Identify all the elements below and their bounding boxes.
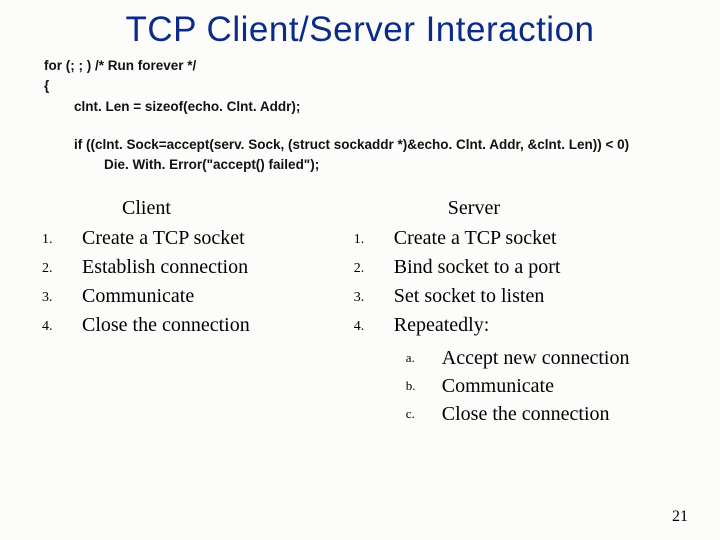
list-item: Create a TCP socket (348, 224, 700, 253)
list-item: Set socket to listen (348, 282, 700, 311)
columns: Client Create a TCP socket Establish con… (0, 197, 720, 428)
code-block: for (; ; ) /* Run forever */ { clnt. Len… (44, 56, 690, 175)
code-line: for (; ; ) /* Run forever */ (44, 56, 690, 76)
server-sublist: Accept new connection Communicate Close … (394, 344, 700, 428)
list-item: Create a TCP socket (36, 224, 318, 253)
list-item: Communicate (394, 372, 700, 400)
code-line: Die. With. Error("accept() failed"); (104, 155, 690, 175)
list-item: Establish connection (36, 253, 318, 282)
list-item: Communicate (36, 282, 318, 311)
code-line: if ((clnt. Sock=accept(serv. Sock, (stru… (74, 135, 690, 155)
page-number: 21 (672, 508, 688, 526)
code-line: { (44, 76, 690, 96)
server-list: Create a TCP socket Bind socket to a por… (348, 224, 700, 428)
server-heading: Server (448, 197, 700, 220)
list-item-label: Repeatedly: (394, 314, 490, 336)
list-item: Repeatedly: Accept new connection Commun… (348, 311, 700, 428)
list-item: Accept new connection (394, 344, 700, 372)
client-column: Client Create a TCP socket Establish con… (36, 197, 318, 428)
server-column: Server Create a TCP socket Bind socket t… (348, 197, 700, 428)
client-heading: Client (122, 197, 318, 220)
list-item: Bind socket to a port (348, 253, 700, 282)
list-item: Close the connection (394, 400, 700, 428)
slide-title: TCP Client/Server Interaction (0, 0, 720, 56)
code-line: clnt. Len = sizeof(echo. Clnt. Addr); (74, 97, 690, 117)
list-item: Close the connection (36, 311, 318, 340)
client-list: Create a TCP socket Establish connection… (36, 224, 318, 340)
